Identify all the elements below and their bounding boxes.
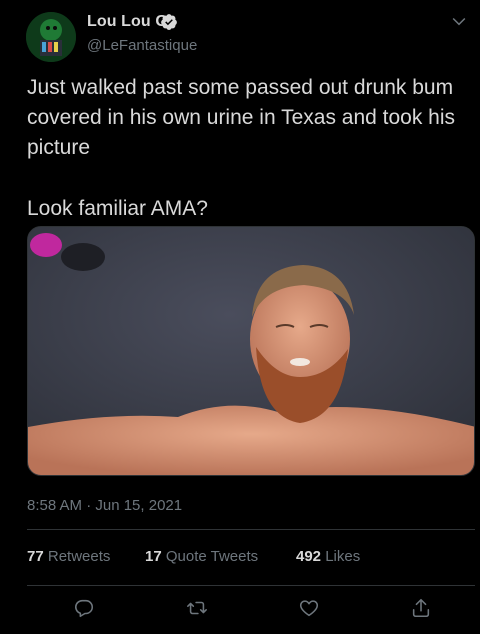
avatar[interactable]	[26, 12, 76, 62]
display-name[interactable]: Lou Lou G	[87, 13, 168, 31]
quote-tweets-label: Quote Tweets	[165, 548, 259, 565]
chevron-down-icon[interactable]	[449, 11, 469, 31]
retweets-label: Retweets	[47, 548, 111, 565]
like-button[interactable]	[298, 597, 322, 621]
retweet-icon	[187, 601, 207, 615]
divider	[27, 529, 475, 530]
divider	[27, 585, 475, 586]
share-icon	[412, 598, 430, 618]
avatar-image	[26, 12, 76, 62]
verified-badge-icon	[160, 13, 178, 31]
retweet-button[interactable]	[186, 597, 210, 621]
retweets-count: 77	[27, 548, 44, 565]
retweets-stat[interactable]: 77 Retweets	[27, 548, 110, 565]
tweet-timestamp[interactable]: 8:58 AM · Jun 15, 2021	[27, 497, 182, 514]
tweet: Lou Lou G @LeFantastique Just walked pas…	[0, 0, 480, 634]
tweet-media-image[interactable]	[27, 226, 475, 476]
tweet-text-paragraph: Just walked past some passed out drunk b…	[27, 76, 456, 159]
likes-stat[interactable]: 492 Likes	[296, 548, 360, 565]
reply-icon	[75, 599, 94, 618]
reply-button[interactable]	[73, 597, 97, 621]
quote-tweets-count: 17	[145, 548, 162, 565]
handle[interactable]: @LeFantastique	[87, 37, 197, 54]
likes-label: Likes	[325, 548, 361, 565]
quote-tweets-stat[interactable]: 17 Quote Tweets	[145, 548, 258, 565]
share-button[interactable]	[410, 597, 434, 621]
likes-count: 492	[296, 548, 322, 565]
tweet-text-paragraph: Look familiar AMA?	[27, 197, 208, 220]
tweet-text: Just walked past some passed out drunk b…	[27, 73, 467, 224]
heart-icon	[299, 600, 319, 617]
